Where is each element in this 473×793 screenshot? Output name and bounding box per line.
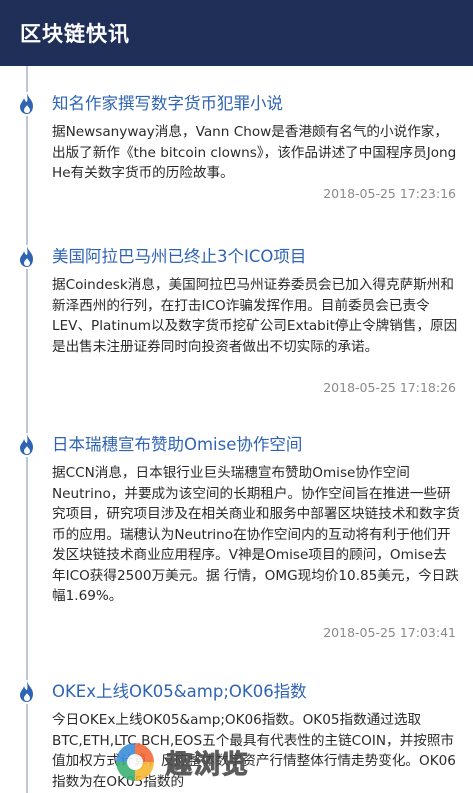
news-title[interactable]: 日本瑞穗宣布赞助Omise协作空间 (52, 433, 462, 457)
news-title[interactable]: 知名作家撰写数字货币犯罪小说 (52, 92, 462, 116)
app-bar: 区块链快讯 (0, 0, 473, 66)
watermark-text: 趣浏览 (165, 749, 251, 780)
watermark: 趣浏览 (112, 736, 412, 788)
news-timestamp: 2018-05-25 17:18:26 (323, 380, 456, 395)
page-title: 区块链快讯 (20, 22, 130, 46)
flame-icon (17, 92, 37, 116)
flame-icon (17, 680, 37, 704)
flame-icon (17, 245, 37, 269)
news-timestamp: 2018-05-25 17:03:41 (323, 625, 456, 640)
news-body: 据CCN消息，日本银行业巨头瑞穗宣布赞助Omise协作空间Neutrino，并要… (52, 465, 460, 604)
news-body: 据Newsanyway消息，Vann Chow是香港颇有名气的小说作家，出版了新… (52, 124, 457, 181)
news-timestamp: 2018-05-25 17:23:16 (323, 186, 456, 201)
flame-icon (17, 433, 37, 457)
news-feed[interactable]: 知名作家撰写数字货币犯罪小说 据Newsanyway消息，Vann Chow是香… (0, 66, 473, 793)
watermark-logo-icon (116, 743, 154, 781)
news-body: 据Coindesk消息，美国阿拉巴马州证券委员会已加入得克萨斯州和新泽西州的行列… (52, 277, 458, 355)
news-title[interactable]: OKEx上线OK05&amp;OK06指数 (52, 680, 462, 704)
news-title[interactable]: 美国阿拉巴马州已终止3个ICO项目 (52, 245, 462, 269)
